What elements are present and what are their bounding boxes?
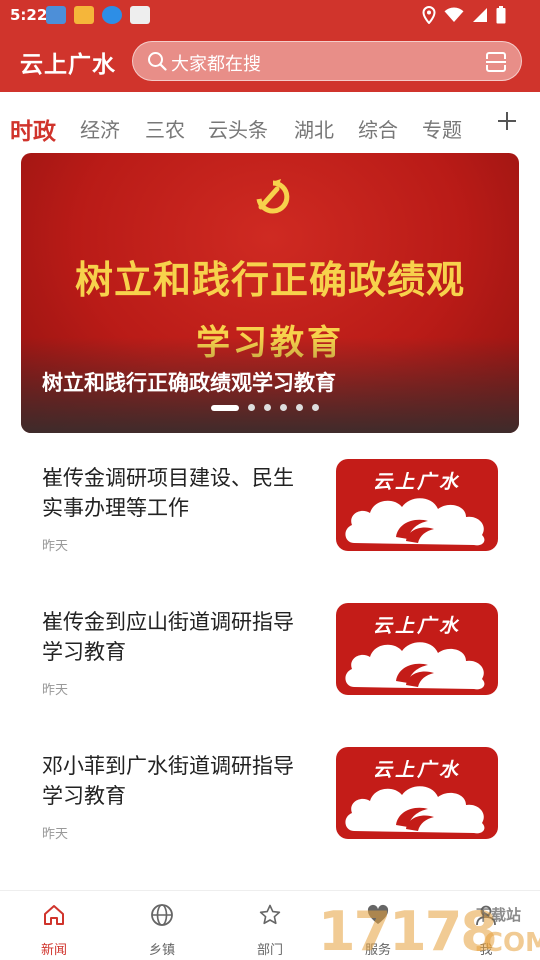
watermark-site: 下载站 — [476, 906, 522, 924]
news-thumbnail: 云上广水 — [336, 459, 498, 551]
app-notification-icon — [46, 6, 66, 24]
tab-zonghe[interactable]: 综合 — [358, 114, 398, 143]
tab-zhuanti[interactable]: 专题 — [422, 114, 462, 143]
app-brand: 云上广水 — [20, 52, 116, 78]
carousel-dot — [296, 404, 303, 411]
carousel-dot — [248, 404, 255, 411]
news-item[interactable]: 崔传金到应山街道调研指导学习教育 昨天 云上广水 — [0, 603, 540, 751]
tab-yuntoutiao[interactable]: 云头条 — [208, 114, 268, 143]
home-icon — [44, 905, 64, 925]
nav-label: 乡镇 — [148, 943, 175, 958]
news-thumbnail: 云上广水 — [336, 603, 498, 695]
download-notification-icon — [102, 6, 122, 24]
news-title: 崔传金调研项目建设、民生实事办理等工作 — [42, 466, 294, 520]
watermark-number: 17178 — [318, 900, 498, 960]
news-item[interactable]: 邓小菲到广水街道调研指导学习教育 昨天 云上广水 — [0, 747, 540, 895]
signal-icon — [473, 8, 487, 22]
app-root: 5:22 云上广水 大家都在搜 时政 经济 三农 云头条 湖北 综合 专题 树立… — [0, 0, 540, 960]
wifi-icon — [444, 7, 464, 23]
banner-caption: 树立和践行正确政绩观学习教育 — [42, 371, 336, 395]
tab-shizheng[interactable]: 时政 — [10, 112, 56, 146]
party-emblem-icon — [256, 179, 290, 214]
tab-jingji[interactable]: 经济 — [80, 114, 120, 143]
tab-sannong[interactable]: 三农 — [145, 114, 185, 143]
news-time: 昨天 — [42, 827, 69, 842]
watermark-domain: .COM — [474, 928, 540, 958]
status-time: 5:22 — [10, 6, 48, 24]
channel-tabs: 时政 经济 三农 云头条 湖北 综合 专题 — [0, 106, 540, 150]
search-placeholder: 大家都在搜 — [171, 54, 261, 75]
cloud-logo-icon — [345, 642, 485, 690]
search-box[interactable]: 大家都在搜 — [132, 41, 522, 81]
watermark: 17178 .COM 下载站 — [318, 900, 540, 960]
app-notification-icon — [74, 6, 94, 24]
banner-carousel[interactable]: 树立和践行正确政绩观 学习教育 树立和践行正确政绩观学习教育 — [21, 153, 519, 433]
status-bar: 5:22 — [0, 0, 540, 32]
news-title: 崔传金到应山街道调研指导学习教育 — [42, 610, 294, 664]
nav-news[interactable]: 新闻 — [0, 891, 108, 960]
carousel-dot — [312, 404, 319, 411]
battery-icon — [496, 6, 506, 24]
nav-departments[interactable]: 部门 — [216, 891, 324, 960]
cloud-logo-icon — [345, 786, 485, 834]
system-icons — [422, 6, 506, 24]
notification-icons — [46, 6, 150, 24]
news-title: 邓小菲到广水街道调研指导学习教育 — [42, 754, 294, 808]
search-icon — [148, 52, 167, 71]
nav-label: 新闻 — [40, 943, 67, 958]
news-time: 昨天 — [42, 683, 69, 698]
carousel-dot-active — [211, 404, 239, 411]
carousel-dot — [280, 404, 287, 411]
header-bar: 5:22 云上广水 大家都在搜 — [0, 0, 540, 92]
location-icon — [422, 6, 436, 24]
app-notification-icon — [130, 6, 150, 24]
scan-icon[interactable] — [485, 51, 507, 73]
nav-label: 部门 — [256, 943, 283, 958]
banner-image-title: 树立和践行正确政绩观 — [74, 258, 465, 302]
news-time: 昨天 — [42, 539, 69, 554]
globe-icon — [151, 904, 173, 926]
add-channel-icon[interactable] — [496, 110, 518, 132]
news-thumbnail: 云上广水 — [336, 747, 498, 839]
cloud-logo-icon — [345, 498, 485, 546]
star-icon — [259, 904, 281, 925]
tab-hubei[interactable]: 湖北 — [294, 114, 334, 143]
news-item[interactable]: 崔传金调研项目建设、民生实事办理等工作 昨天 云上广水 — [0, 459, 540, 607]
nav-towns[interactable]: 乡镇 — [108, 891, 216, 960]
carousel-indicator — [211, 404, 319, 411]
carousel-dot — [264, 404, 271, 411]
